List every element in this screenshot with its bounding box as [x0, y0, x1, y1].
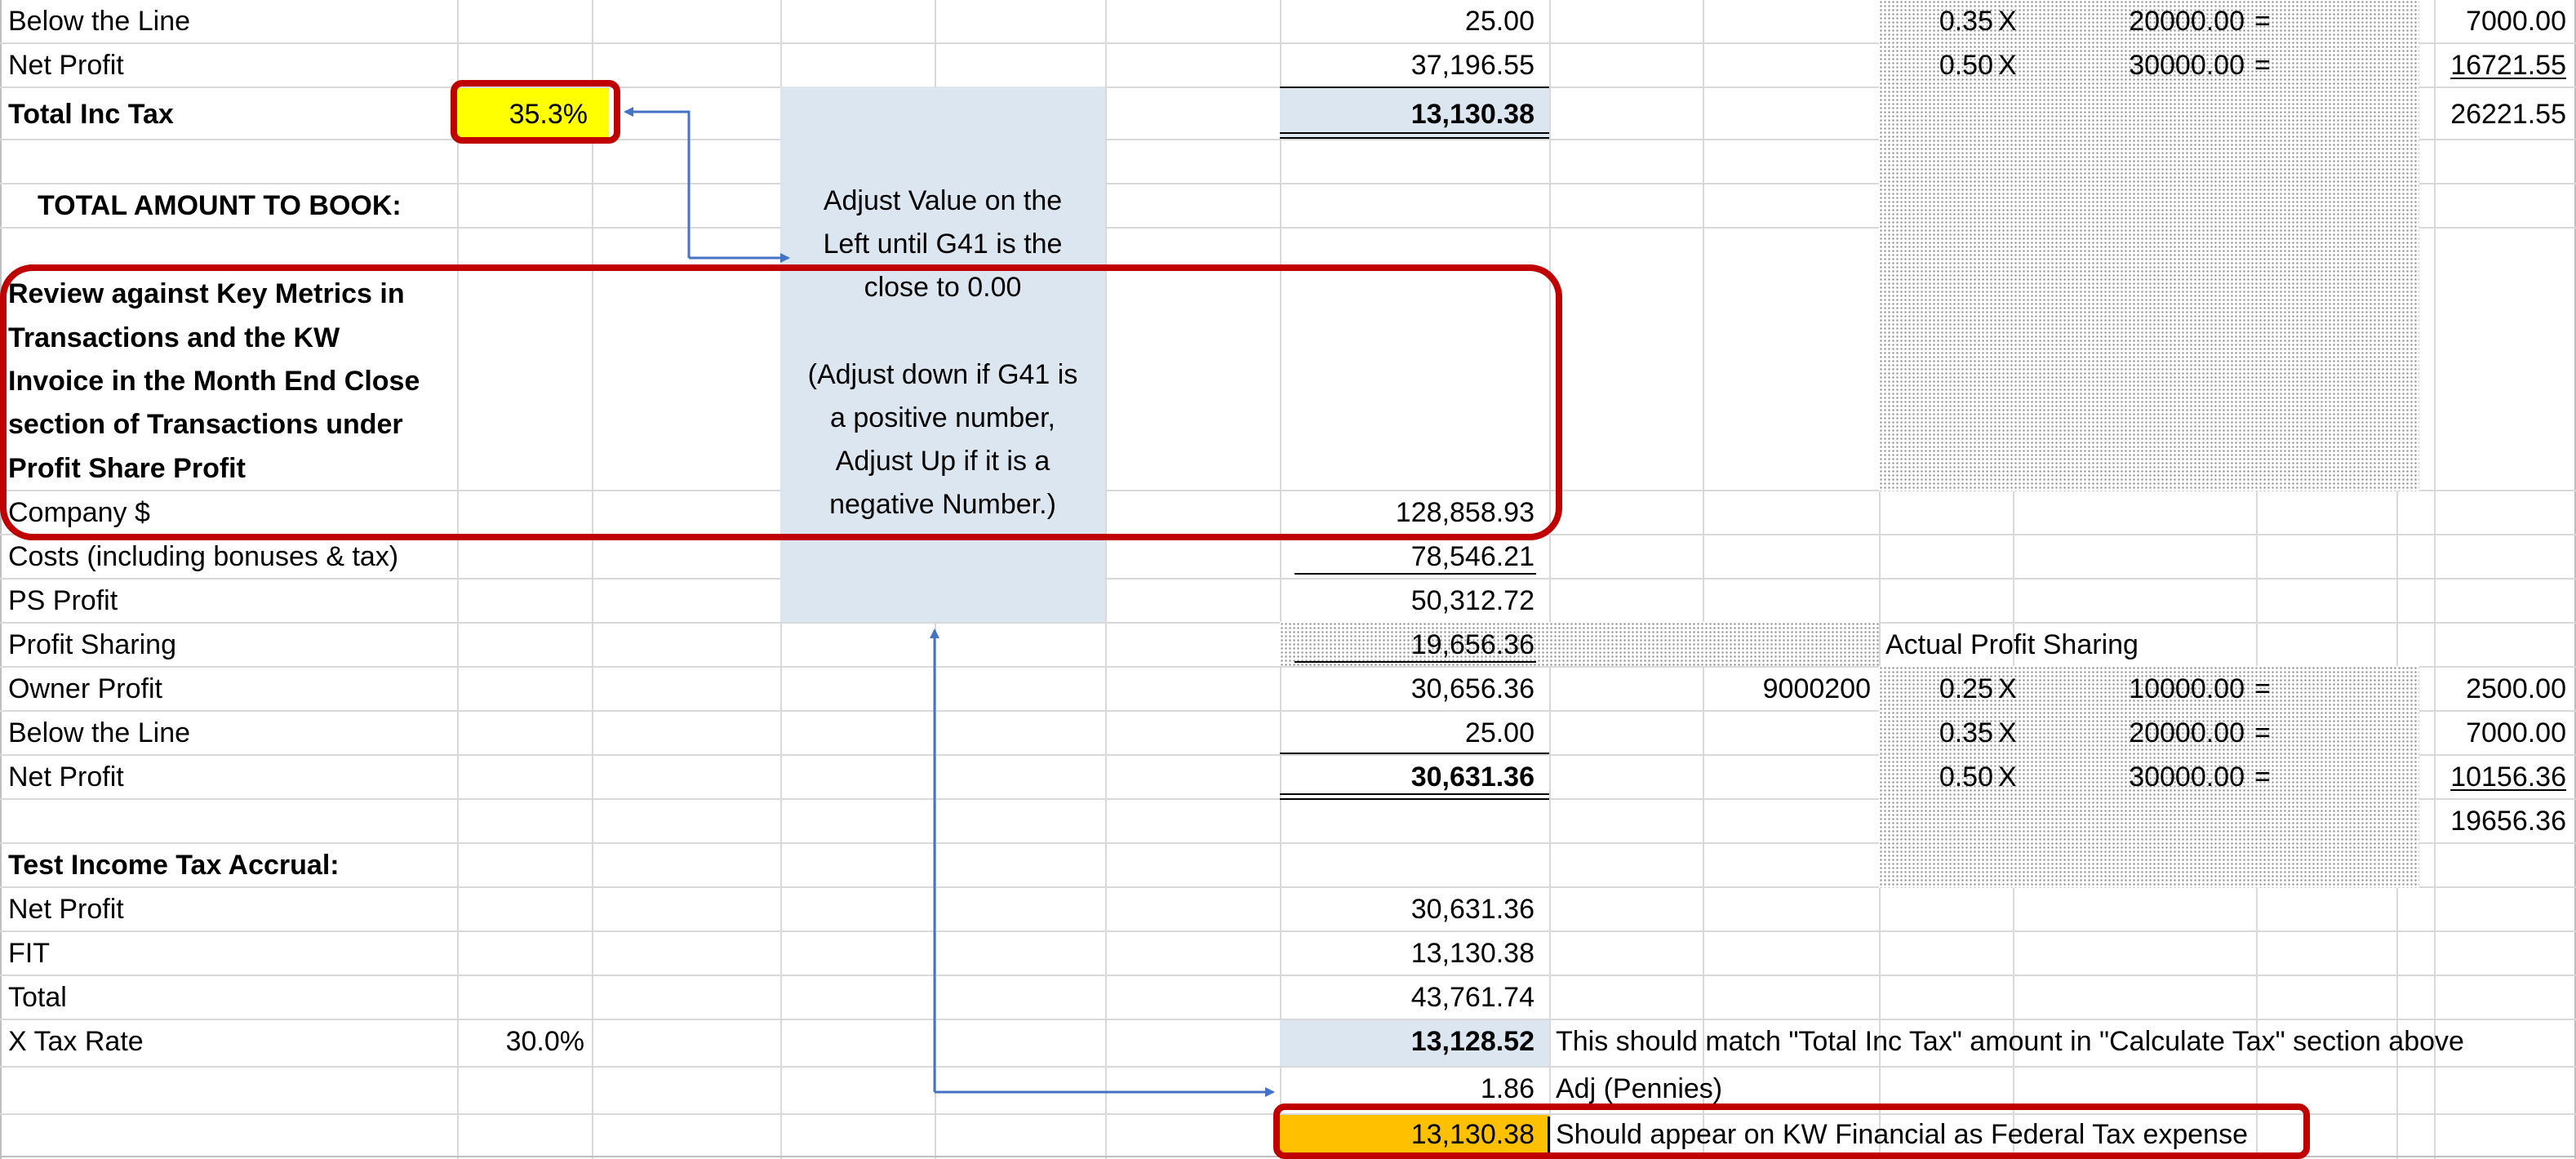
spreadsheet-grid[interactable]: Adjust Value on the Left until G41 is th…	[0, 0, 2576, 1159]
connector-arrows	[624, 107, 1275, 1097]
